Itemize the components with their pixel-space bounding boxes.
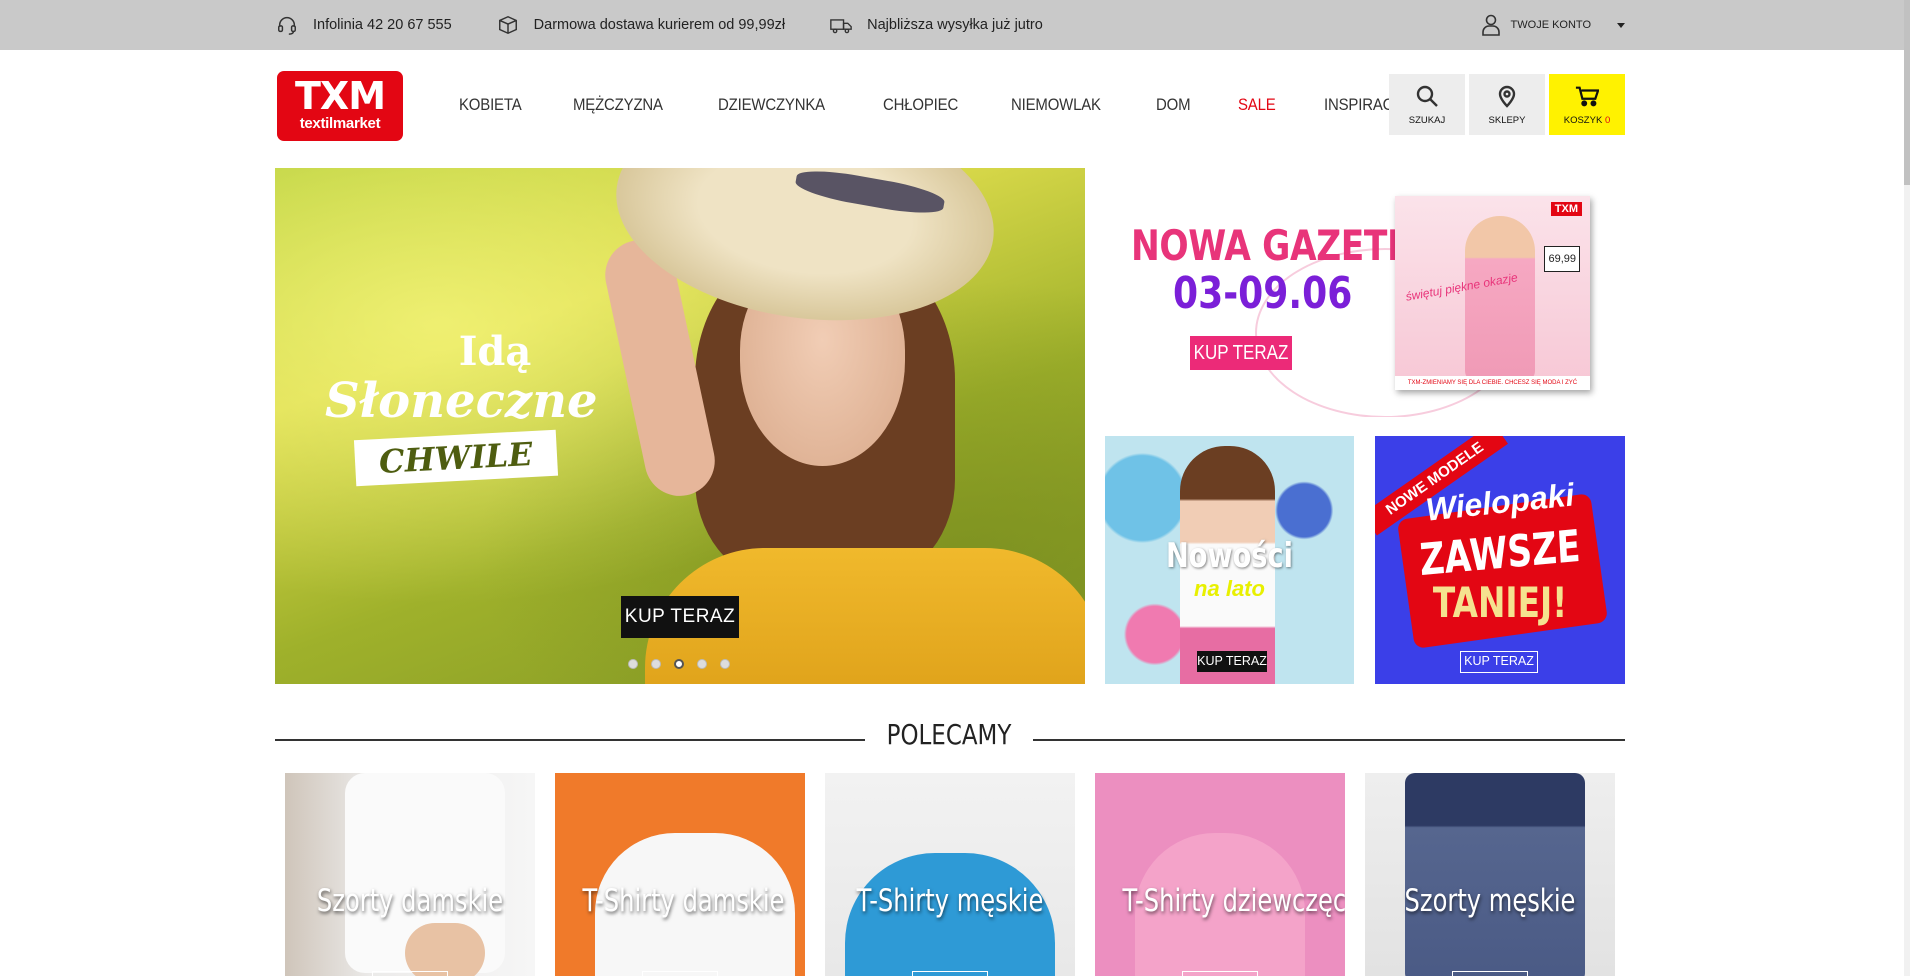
product-image-detail — [405, 923, 485, 976]
product-image — [1405, 773, 1585, 976]
recommended-section-header: POLECAMY — [275, 718, 1625, 758]
product-tile[interactable]: T-Shirty męskie — [825, 773, 1075, 976]
shipping-info[interactable]: Najbliższa wysyłka już jutro — [829, 13, 1043, 37]
logo-subtitle: textilmarket — [299, 115, 381, 132]
gazetka-buy-now-button[interactable]: KUP TERAZ — [1190, 336, 1292, 370]
hero-headline-line3: CHWILE — [353, 429, 558, 487]
hotline-text: Infolinia 42 20 67 555 — [313, 17, 452, 33]
package-icon — [496, 13, 520, 37]
product-tile-label: T-Shirty dziewczęce — [1122, 883, 1346, 919]
product-tile-label: T-Shirty męskie — [856, 883, 1044, 919]
product-tile-label: T-Shirty damskie — [582, 883, 785, 919]
gazetka-dates: 03-09.06 — [1173, 268, 1353, 319]
chevron-down-icon — [1617, 22, 1625, 28]
logo-brand: TXM — [294, 74, 386, 118]
main-navigation: KOBIETA MĘŻCZYZNA DZIEWCZYNKA CHŁOPIEC N… — [459, 88, 1465, 122]
magazine-price: 69,99 — [1544, 246, 1580, 272]
multipacks-line3: TANIEJ! — [1432, 578, 1568, 627]
delivery-text: Darmowa dostawa kurierem od 99,99zł — [533, 17, 786, 33]
product-tile-button[interactable] — [1452, 971, 1528, 976]
hero-buy-now-button[interactable]: KUP TERAZ — [621, 596, 739, 638]
slider-dot-2[interactable] — [651, 659, 661, 669]
shipping-text: Najbliższa wysyłka już jutro — [867, 17, 1043, 33]
cart-icon — [1575, 86, 1600, 107]
magazine-brand: TXM — [1550, 202, 1582, 216]
cart-count-badge: 0 — [1604, 115, 1611, 126]
map-pin-icon — [1498, 85, 1516, 108]
product-tile-label: Szorty męskie — [1404, 883, 1576, 919]
delivery-info[interactable]: Darmowa dostawa kurierem od 99,99zł — [496, 13, 785, 37]
scrollbar-thumb[interactable] — [1904, 0, 1910, 185]
stores-button[interactable]: SKLEPY — [1469, 74, 1545, 135]
divider-left — [275, 739, 865, 741]
product-tile-button[interactable] — [912, 971, 988, 976]
slider-dot-1[interactable] — [628, 659, 638, 669]
page-scrollbar[interactable] — [1904, 0, 1910, 976]
hero-headline-line1: Idą — [458, 328, 532, 375]
user-icon — [1481, 14, 1500, 36]
headset-icon — [275, 13, 299, 37]
summer-new-arrivals-banner[interactable]: Nowości na lato KUP TERAZ — [1105, 436, 1354, 684]
multipacks-banner[interactable]: NOWE MODELE Wielopaki ZAWSZE TANIEJ! KUP… — [1375, 436, 1625, 684]
multipacks-buy-button[interactable]: KUP TERAZ — [1460, 651, 1538, 673]
slider-dots — [628, 659, 743, 669]
nav-item-chlopiec[interactable]: CHŁOPIEC — [883, 95, 958, 115]
product-tile-button[interactable] — [642, 971, 718, 976]
top-info-bar: Infolinia 42 20 67 555 Darmowa dostawa k… — [0, 0, 1904, 50]
nav-item-niemowlak[interactable]: NIEMOWLAK — [1011, 95, 1101, 115]
nav-item-sale[interactable]: SALE — [1238, 95, 1276, 115]
product-tile-label: Szorty damskie — [316, 883, 504, 919]
product-tile-button[interactable] — [1182, 971, 1258, 976]
hero-slider[interactable]: Idą Słoneczne CHWILE KUP TERAZ — [275, 168, 1085, 684]
search-button[interactable]: SZUKAJ — [1389, 74, 1465, 135]
hero-headline: Idą Słoneczne CHWILE — [325, 328, 625, 487]
account-label: TWOJE KONTO — [1510, 19, 1591, 31]
stores-label: SKLEPY — [1488, 115, 1526, 126]
product-tile[interactable]: T-Shirty dziewczęce — [1095, 773, 1345, 976]
magazine-footer: TXM-ZMIENIAMY SIĘ DLA CIEBIE. CHCESZ SIĘ… — [1395, 376, 1590, 390]
cart-button[interactable]: KOSZYK 0 — [1549, 74, 1625, 135]
nav-item-kobieta[interactable]: KOBIETA — [459, 95, 522, 115]
cart-text: KOSZYK — [1563, 115, 1603, 126]
gazetka-title: NOWA GAZETKA — [1131, 221, 1440, 270]
site-logo[interactable]: TXM textilmarket — [277, 71, 403, 141]
magazine-model — [1465, 216, 1535, 381]
hotline-info[interactable]: Infolinia 42 20 67 555 — [275, 13, 452, 37]
product-tile-button[interactable] — [372, 971, 448, 976]
product-tile[interactable]: T-Shirty damskie — [555, 773, 805, 976]
new-arrivals-subtitle: na lato — [1194, 576, 1265, 601]
section-title: POLECAMY — [886, 718, 1012, 751]
gazetka-magazine-cover: TXM 69,99 świętuj piękne okazje TXM-ZMIE… — [1395, 196, 1590, 390]
product-tile[interactable]: Szorty damskie — [285, 773, 535, 976]
slider-dot-3[interactable] — [674, 659, 684, 669]
nav-item-mezczyzna[interactable]: MĘŻCZYZNA — [573, 95, 663, 115]
slider-dot-4[interactable] — [697, 659, 707, 669]
search-label: SZUKAJ — [1408, 115, 1446, 126]
account-menu[interactable]: TWOJE KONTO — [1481, 0, 1625, 50]
nav-item-dom[interactable]: DOM — [1156, 95, 1191, 115]
new-arrivals-title: Nowości — [1166, 536, 1293, 576]
hero-headline-line2: Słoneczne — [325, 373, 598, 429]
search-icon — [1416, 85, 1438, 107]
newsletter-gazetka-banner[interactable]: NOWA GAZETKA 03-09.06 KUP TERAZ TXM 69,9… — [1105, 168, 1625, 417]
nav-item-dziewczynka[interactable]: DZIEWCZYNKA — [718, 95, 825, 115]
new-arrivals-buy-button[interactable]: KUP TERAZ — [1197, 651, 1267, 672]
product-tile[interactable]: Szorty męskie — [1365, 773, 1615, 976]
divider-right — [1033, 739, 1625, 741]
recommended-products: Szorty damskie T-Shirty damskie T-Shirty… — [285, 773, 1615, 976]
slider-dot-5[interactable] — [720, 659, 730, 669]
truck-icon — [829, 13, 853, 37]
cart-label: KOSZYK 0 — [1549, 115, 1625, 126]
